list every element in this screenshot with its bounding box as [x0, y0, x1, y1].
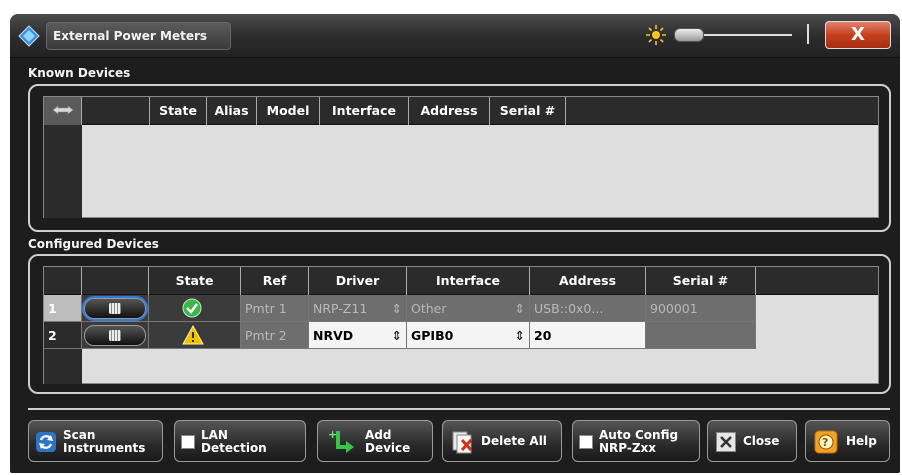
add-device-label: Add Device — [365, 428, 411, 455]
configured-devices-label: Configured Devices — [28, 237, 159, 251]
svg-text:?: ? — [822, 436, 828, 449]
dialog-window: External Power Meters X Known Devices St… — [10, 14, 900, 473]
serial-cell — [646, 322, 756, 349]
address-cell[interactable]: USB::0x0... — [530, 295, 646, 322]
driver-select[interactable]: NRP-Z11 ⇕ — [309, 295, 407, 322]
spinner-icon[interactable]: ⇕ — [392, 322, 402, 348]
spinner-icon[interactable]: ⇕ — [515, 295, 525, 321]
spinner-icon[interactable]: ⇕ — [392, 295, 402, 321]
toggle-cell — [82, 322, 149, 349]
app-icon — [18, 25, 40, 47]
known-col-alias[interactable]: Alias — [207, 97, 257, 125]
interface-select[interactable]: Other ⇕ — [407, 295, 530, 322]
serial-cell: 900001 — [646, 295, 756, 322]
delete-all-button[interactable]: Delete All — [442, 420, 562, 462]
add-device-button[interactable]: + Add Device — [317, 420, 433, 462]
known-devices-table[interactable]: State Alias Model Interface Address Seri… — [43, 96, 879, 218]
table-row[interactable]: 2 Pmtr 2 NRVD ⇕ GPIB0 ⇕ 20 — [44, 322, 878, 349]
device-enable-toggle[interactable] — [82, 296, 148, 321]
known-col-address[interactable]: Address — [409, 97, 490, 125]
brightness-slider[interactable] — [674, 28, 794, 42]
configured-devices-table[interactable]: State Ref Driver Interface Address Seria… — [43, 266, 879, 384]
row-number[interactable]: 2 — [44, 322, 82, 349]
brightness-icon — [646, 25, 666, 45]
auto-config-button[interactable]: Auto Config NRP-Zxx — [572, 420, 700, 462]
state-cell — [149, 295, 241, 322]
driver-select[interactable]: NRVD ⇕ — [309, 322, 407, 349]
toggle-cell — [82, 295, 149, 322]
spinner-icon[interactable]: ⇕ — [515, 322, 525, 348]
row-header-column — [44, 125, 82, 218]
cfg-col-interface[interactable]: Interface — [407, 267, 530, 295]
known-col-serial[interactable]: Serial # — [490, 97, 566, 125]
warning-icon — [182, 325, 204, 345]
state-cell — [149, 322, 241, 349]
known-col-blank — [82, 97, 150, 125]
close-label: Close — [743, 434, 780, 448]
close-button[interactable]: Close — [707, 420, 797, 462]
resize-columns-icon[interactable] — [44, 97, 82, 125]
window-title: External Power Meters — [46, 22, 231, 50]
close-icon — [716, 432, 736, 452]
add-arrow-icon: + — [328, 429, 354, 453]
known-table-header: State Alias Model Interface Address Seri… — [44, 97, 878, 125]
slider-thumb[interactable] — [674, 28, 704, 42]
interface-select[interactable]: GPIB0 ⇕ — [407, 322, 530, 349]
cfg-col-state[interactable]: State — [149, 267, 241, 295]
svg-text:+: + — [328, 429, 337, 441]
refresh-icon — [36, 432, 56, 452]
known-col-model[interactable]: Model — [257, 97, 320, 125]
ref-cell: Pmtr 1 — [241, 295, 309, 322]
configured-table-header: State Ref Driver Interface Address Seria… — [44, 267, 878, 295]
cfg-col-address[interactable]: Address — [530, 267, 646, 295]
separator-line — [28, 408, 890, 410]
check-ok-icon — [182, 298, 202, 318]
scan-instruments-button[interactable]: Scan Instruments — [28, 420, 163, 462]
help-label: Help — [846, 434, 877, 448]
slider-end-marker — [807, 24, 809, 44]
known-devices-label: Known Devices — [28, 66, 131, 80]
cfg-col-ref[interactable]: Ref — [241, 267, 309, 295]
window-close-button[interactable]: X — [825, 21, 891, 49]
delete-all-label: Delete All — [481, 434, 547, 448]
cfg-col-serial[interactable]: Serial # — [646, 267, 756, 295]
cfg-col-toggle — [82, 267, 149, 295]
device-enable-toggle[interactable] — [84, 325, 146, 346]
scan-instruments-label: Scan Instruments — [63, 428, 146, 455]
help-icon: ? — [814, 430, 838, 454]
row-number[interactable]: 1 — [44, 295, 82, 322]
auto-config-checkbox[interactable] — [579, 435, 593, 449]
lan-detection-checkbox[interactable] — [181, 435, 195, 449]
table-row[interactable]: 1 Pmtr 1 NRP-Z11 ⇕ Other ⇕ USB::0x0... 900… — [44, 295, 878, 322]
cfg-col-driver[interactable]: Driver — [309, 267, 407, 295]
address-input[interactable]: 20 — [530, 322, 646, 349]
cfg-col-corner — [44, 267, 82, 295]
title-bar[interactable]: External Power Meters X — [10, 14, 900, 58]
ref-cell: Pmtr 2 — [241, 322, 309, 349]
help-button[interactable]: ? Help — [805, 420, 890, 462]
lan-detection-label: LAN Detection — [201, 428, 267, 455]
lan-detection-button[interactable]: LAN Detection — [174, 420, 306, 462]
slider-track — [702, 34, 792, 36]
delete-all-icon — [452, 431, 473, 454]
known-col-state[interactable]: State — [150, 97, 207, 125]
known-col-interface[interactable]: Interface — [320, 97, 409, 125]
auto-config-label: Auto Config NRP-Zxx — [599, 428, 679, 455]
